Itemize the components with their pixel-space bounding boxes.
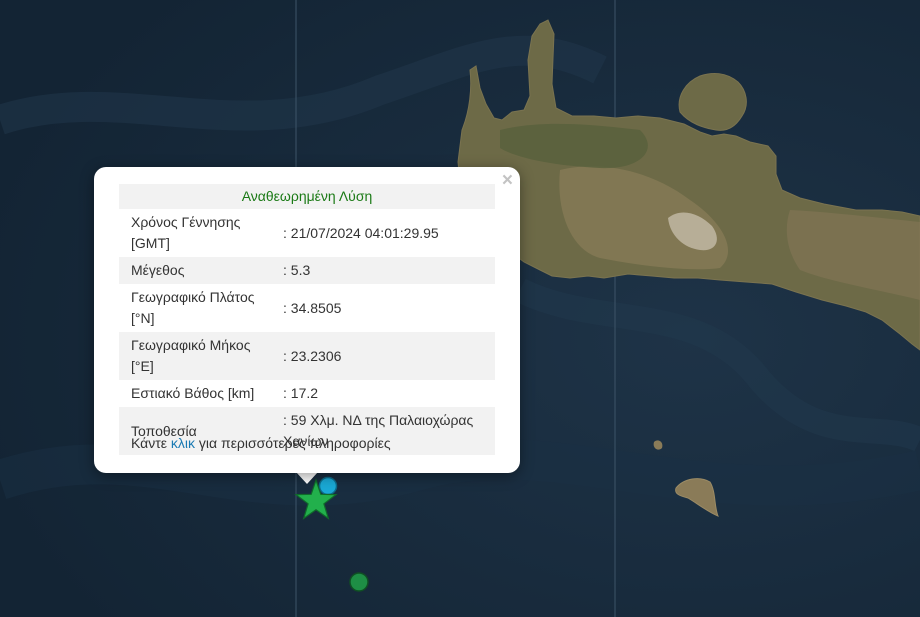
- more-info-prefix: Κάντε: [131, 435, 171, 451]
- table-row: Εστιακό Βάθος [km] : 17.2: [119, 380, 495, 407]
- older-event-marker[interactable]: [349, 572, 369, 592]
- origin-time-label: Χρόνος Γέννησης [GMT]: [131, 214, 241, 251]
- latitude-label: Γεωγραφικό Πλάτος [°N]: [131, 289, 255, 326]
- table-row: Μέγεθος : 5.3: [119, 257, 495, 284]
- popup-title: Αναθεωρημένη Λύση: [119, 184, 495, 209]
- more-info-link[interactable]: κλικ: [171, 435, 195, 451]
- magnitude-label: Μέγεθος: [119, 257, 279, 284]
- table-row: Χρόνος Γέννησης [GMT] : 21/07/2024 04:01…: [119, 209, 495, 257]
- longitude-label: Γεωγραφικό Μήκος [°E]: [119, 332, 279, 380]
- latitude-value: : 34.8505: [283, 299, 342, 316]
- origin-time-value: : 21/07/2024 04:01:29.95: [283, 224, 439, 241]
- event-details-table: Αναθεωρημένη Λύση Χρόνος Γέννησης [GMT] …: [119, 184, 495, 455]
- event-info-popup: × Αναθεωρημένη Λύση Χρόνος Γέννησης [GMT…: [94, 167, 520, 473]
- more-info-text: Κάντε κλικ για περισσότερες πληροφορίες: [131, 435, 391, 451]
- magnitude-value: : 5.3: [279, 257, 495, 284]
- longitude-value: : 23.2306: [279, 332, 495, 380]
- depth-label: Εστιακό Βάθος [km]: [131, 385, 255, 401]
- popup-pointer: [296, 472, 318, 484]
- recent-event-marker[interactable]: [318, 476, 338, 496]
- close-icon[interactable]: ×: [502, 171, 513, 190]
- table-row: Γεωγραφικό Πλάτος [°N] : 34.8505: [119, 284, 495, 332]
- depth-value: : 17.2: [283, 385, 319, 401]
- more-info-suffix: για περισσότερες πληροφορίες: [195, 435, 391, 451]
- table-row: Γεωγραφικό Μήκος [°E] : 23.2306: [119, 332, 495, 380]
